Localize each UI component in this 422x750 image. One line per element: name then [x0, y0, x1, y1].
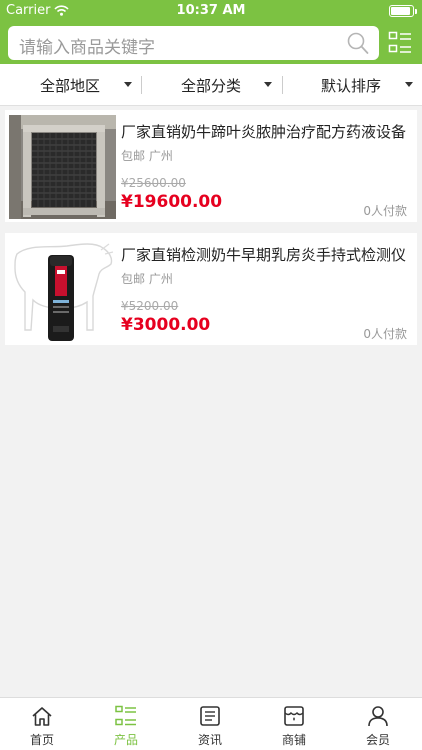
product-image[interactable] — [9, 238, 116, 342]
tab-member[interactable]: 会员 — [336, 698, 420, 750]
original-price: ¥5200.00 — [121, 299, 179, 313]
list-icon — [115, 705, 136, 726]
product-meta: 包邮 广州 — [121, 147, 173, 164]
filter-region-label: 全部地区 — [40, 77, 101, 95]
caret-down-icon — [124, 82, 132, 87]
home-icon — [32, 707, 52, 726]
caret-down-icon — [405, 82, 413, 87]
paid-count: 0人付款 — [363, 204, 407, 218]
battery-level — [391, 7, 410, 15]
location-label: 广州 — [148, 149, 173, 163]
filter-category[interactable]: 全部分类 — [141, 64, 281, 106]
product-meta: 包邮 广州 — [121, 270, 173, 287]
shipping-label: 包邮 — [121, 149, 146, 163]
filter-sort[interactable]: 默认排序 — [282, 64, 422, 106]
tab-products-label: 产品 — [113, 733, 138, 747]
shipping-label: 包邮 — [121, 272, 146, 286]
tab-home-label: 首页 — [29, 733, 54, 747]
list-view-icon[interactable] — [388, 31, 412, 55]
filter-region[interactable]: 全部地区 — [0, 64, 140, 106]
product-title[interactable]: 厂家直销检测奶牛早期乳房炎手持式检测仪 — [121, 244, 415, 265]
product-card[interactable]: 厂家直销检测奶牛早期乳房炎手持式检测仪 包邮 广州 ¥5200.00 ¥3000… — [5, 233, 417, 345]
caret-down-icon — [264, 82, 272, 87]
paid-count: 0人付款 — [363, 327, 407, 341]
search-input[interactable]: 请输入商品关键字 — [8, 26, 379, 60]
status-bar: Carrier 10:37 AM — [0, 0, 422, 22]
original-price: ¥25600.00 — [121, 176, 186, 190]
location-label: 广州 — [148, 272, 173, 286]
search-placeholder: 请输入商品关键字 — [19, 38, 155, 58]
filter-category-label: 全部分类 — [181, 77, 242, 95]
product-image[interactable] — [9, 115, 116, 219]
filter-bar: 全部地区 全部分类 默认排序 — [0, 64, 422, 106]
tab-home[interactable]: 首页 — [0, 698, 84, 750]
search-icon[interactable] — [347, 31, 369, 55]
battery-icon — [389, 5, 417, 17]
tab-member-label: 会员 — [365, 733, 390, 747]
filter-sort-label: 默认排序 — [321, 77, 382, 95]
news-icon — [200, 706, 220, 726]
product-card[interactable]: 厂家直销奶牛蹄叶炎脓肿治疗配方药液设备 包邮 广州 ¥25600.00 ¥196… — [5, 110, 417, 222]
tab-shop[interactable]: 商铺 — [252, 698, 336, 750]
product-title[interactable]: 厂家直销奶牛蹄叶炎脓肿治疗配方药液设备 — [121, 121, 415, 142]
tab-news-label: 资讯 — [197, 733, 222, 747]
product-price: ¥19600.00 — [121, 192, 223, 212]
product-price: ¥3000.00 — [121, 315, 211, 335]
shop-icon — [284, 706, 304, 726]
tab-news[interactable]: 资讯 — [168, 698, 252, 750]
clock: 10:37 AM — [176, 3, 246, 18]
user-icon — [368, 706, 388, 727]
tab-products[interactable]: 产品 — [84, 698, 168, 750]
tab-shop-label: 商铺 — [281, 733, 306, 747]
tab-bar: 首页 产品 资讯 商铺 会员 — [0, 697, 422, 750]
app-header: Carrier 10:37 AM 请输入商品关键字 — [0, 0, 422, 64]
